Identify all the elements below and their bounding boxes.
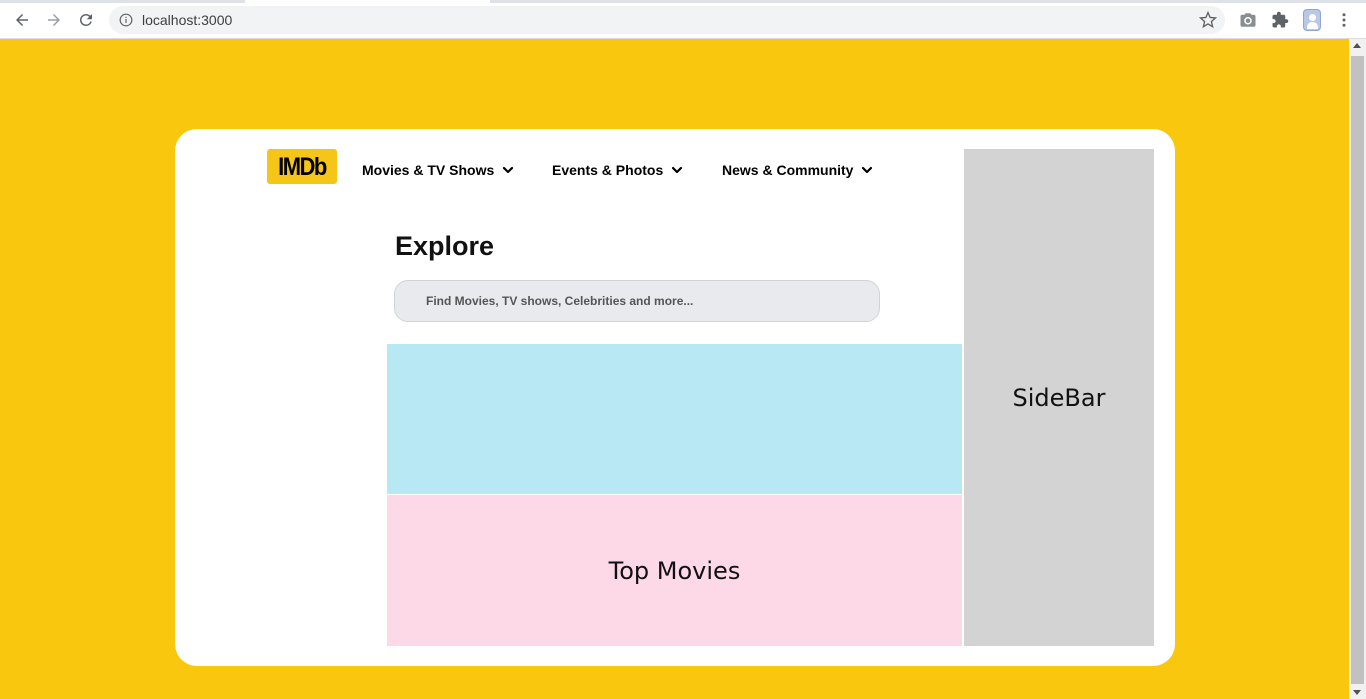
- camera-icon[interactable]: [1238, 10, 1258, 30]
- active-tab[interactable]: [245, 0, 490, 3]
- sidebar: SideBar: [964, 149, 1154, 646]
- nav-events-photos[interactable]: Events & Photos: [552, 162, 683, 178]
- scroll-down-icon[interactable]: [1353, 690, 1361, 695]
- star-icon[interactable]: [1199, 11, 1217, 29]
- imdb-logo[interactable]: IMDb: [267, 149, 337, 184]
- address-url[interactable]: localhost:3000: [142, 12, 232, 28]
- nav-label: Events & Photos: [552, 162, 664, 178]
- page-title: Explore: [395, 231, 495, 261]
- browser-toolbar: localhost:3000: [0, 0, 1366, 39]
- chevron-down-icon: [861, 164, 873, 176]
- search-input[interactable]: [395, 281, 879, 321]
- nav-label: Movies & TV Shows: [362, 162, 495, 178]
- back-icon[interactable]: [11, 9, 33, 31]
- vertical-scrollbar[interactable]: [1349, 39, 1366, 699]
- page-card: IMDb Movies & TV Shows Events & Photos N…: [175, 129, 1175, 666]
- chevron-down-icon: [671, 164, 683, 176]
- nav-movies-tv-shows[interactable]: Movies & TV Shows: [362, 162, 514, 178]
- search-box[interactable]: [394, 280, 880, 322]
- menu-icon[interactable]: [1334, 10, 1354, 30]
- nav-label: News & Community: [722, 162, 854, 178]
- address-bar[interactable]: localhost:3000: [109, 6, 1225, 34]
- featured-block: [387, 344, 962, 494]
- chevron-down-icon: [502, 164, 514, 176]
- sidebar-label: SideBar: [1012, 383, 1106, 412]
- logo-text: IMDb: [278, 151, 327, 181]
- tab-strip: [0, 0, 1366, 3]
- info-icon[interactable]: [119, 13, 133, 27]
- reload-icon[interactable]: [75, 9, 97, 31]
- scrollbar-thumb[interactable]: [1351, 56, 1364, 684]
- scroll-up-icon[interactable]: [1353, 43, 1361, 48]
- nav-news-community[interactable]: News & Community: [722, 162, 873, 178]
- top-movies-label: Top Movies: [608, 556, 741, 585]
- forward-icon[interactable]: [43, 9, 65, 31]
- top-movies-section: Top Movies: [387, 495, 962, 646]
- extensions-icon[interactable]: [1270, 10, 1290, 30]
- avatar[interactable]: [1303, 9, 1321, 31]
